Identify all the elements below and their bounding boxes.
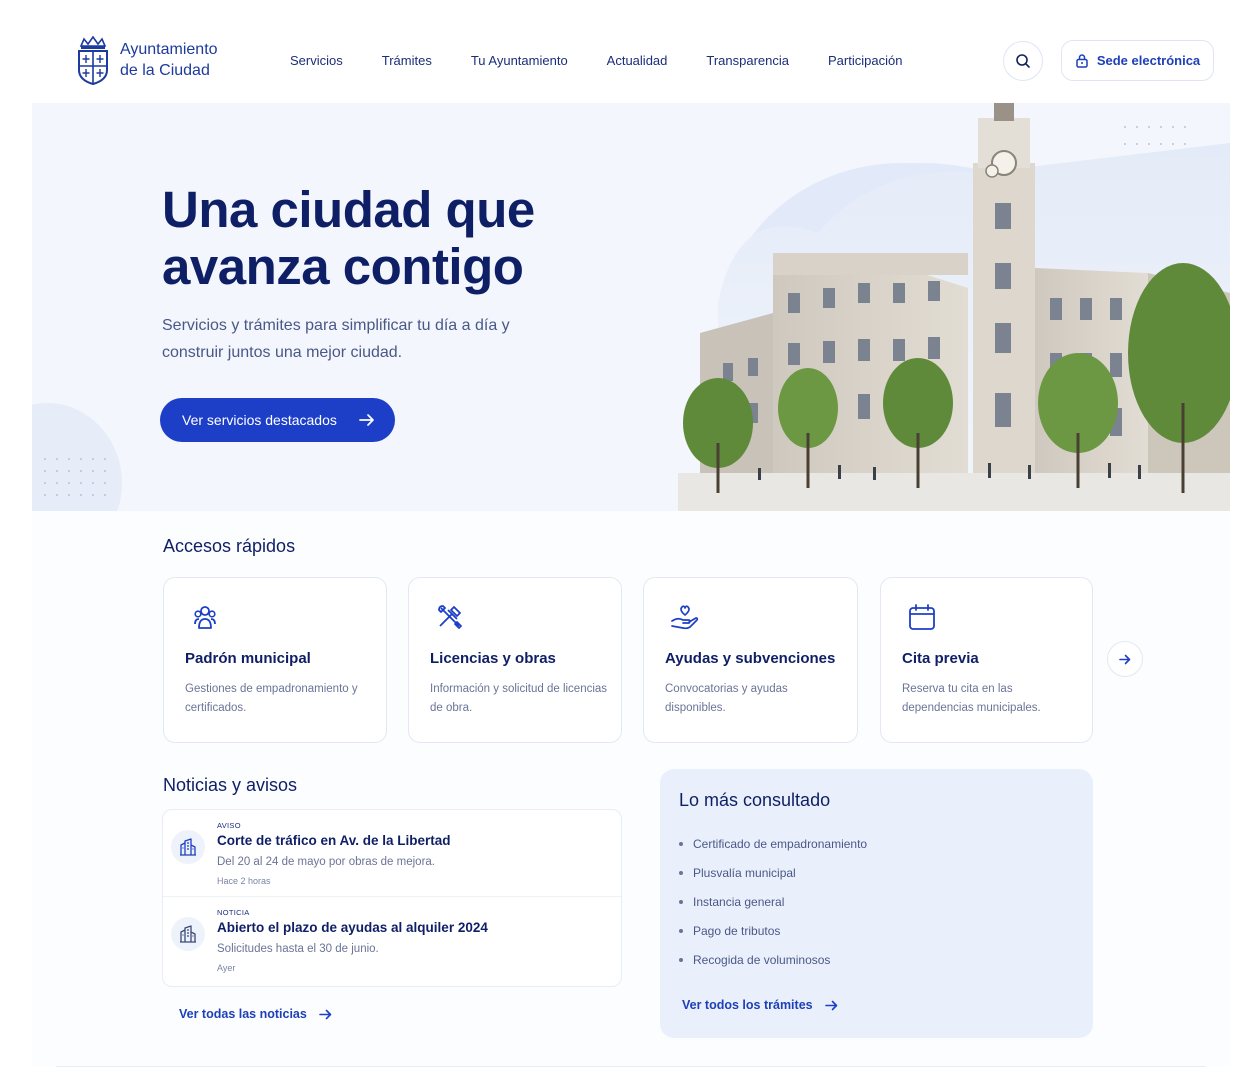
- news-item-title: Abierto el plazo de ayudas al alquiler 2…: [217, 920, 488, 935]
- all-procedures-link[interactable]: Ver todos los trámites: [682, 998, 838, 1012]
- coat-of-arms-icon: [78, 35, 108, 86]
- brand-line-2: de la Ciudad: [120, 62, 210, 79]
- all-news-link[interactable]: Ver todas las noticias: [179, 1007, 332, 1021]
- hero-title: Una ciudad que avanza contigo: [162, 181, 535, 295]
- card-title: Licencias y obras: [430, 650, 556, 667]
- news-item-tag: NOTICIA: [217, 908, 250, 917]
- arrow-right-icon: [824, 1000, 837, 1010]
- lock-icon: [1076, 54, 1088, 68]
- hero-subtitle: Servicios y trámites para simplificar tu…: [162, 317, 510, 361]
- news-item-title: Corte de tráfico en Av. de la Libertad: [217, 833, 451, 848]
- arrow-right-icon: [319, 1009, 332, 1019]
- most-consulted-panel: Lo más consultado Certificado de empadro…: [660, 769, 1093, 1038]
- all-news-label: Ver todas las noticias: [179, 1007, 307, 1021]
- most-consulted-item[interactable]: Plusvalía municipal: [679, 858, 867, 887]
- sede-electronica-button[interactable]: Sede electrónica: [1061, 40, 1214, 81]
- nav-servicios[interactable]: Servicios: [290, 53, 343, 68]
- hero-cta-label: Ver servicios destacados: [182, 412, 337, 428]
- quick-card-padron[interactable]: Padrón municipal Gestiones de empadronam…: [163, 577, 387, 743]
- most-consulted-title: Lo más consultado: [679, 790, 831, 810]
- people-icon: [194, 606, 216, 629]
- building-icon: [180, 925, 196, 943]
- main-nav: Servicios Trámites Tu Ayuntamiento Actua…: [290, 53, 941, 68]
- quick-card-licencias[interactable]: Licencias y obras Información y solicitu…: [408, 577, 622, 743]
- news-item[interactable]: AVISO Corte de tráfico en Av. de la Libe…: [163, 810, 621, 896]
- quick-card-cita-previa[interactable]: Cita previa Reserva tu cita en las depen…: [880, 577, 1093, 743]
- news-list: AVISO Corte de tráfico en Av. de la Libe…: [162, 809, 622, 987]
- nav-transparencia[interactable]: Transparencia: [706, 53, 789, 68]
- nav-tramites[interactable]: Trámites: [382, 53, 432, 68]
- card-description: Gestiones de empadronamiento y certifica…: [185, 683, 358, 714]
- news-item-icon: [171, 830, 205, 864]
- arrow-right-icon: [359, 414, 374, 426]
- nav-participacion[interactable]: Participación: [828, 53, 902, 68]
- news-item-time: Hace 2 horas: [217, 876, 271, 886]
- card-title: Cita previa: [902, 650, 979, 667]
- calendar-icon: [909, 604, 935, 630]
- brand-logo[interactable]: Ayuntamiento de la Ciudad: [76, 34, 218, 86]
- sede-electronica-label: Sede electrónica: [1096, 53, 1201, 68]
- news-item-tag: AVISO: [217, 821, 241, 830]
- hero-decor-dots-left: [44, 458, 106, 496]
- nav-tu-ayuntamiento[interactable]: Tu Ayuntamiento: [471, 53, 568, 68]
- arrow-right-icon: [1119, 654, 1131, 664]
- quick-access-title: Accesos rápidos: [163, 536, 296, 556]
- quick-card-ayudas[interactable]: Ayudas y subvenciones Convocatorias y ay…: [643, 577, 858, 743]
- news-title: Noticias y avisos: [163, 775, 298, 795]
- most-consulted-item[interactable]: Instancia general: [679, 887, 867, 916]
- most-consulted-item[interactable]: Pago de tributos: [679, 916, 867, 945]
- page-frame: Ayuntamiento de la Ciudad Servicios Trám…: [32, 20, 1230, 1066]
- news-item[interactable]: NOTICIA Abierto el plazo de ayudas al al…: [163, 896, 621, 982]
- search-button[interactable]: [1003, 41, 1043, 81]
- most-consulted-item[interactable]: Certificado de empadronamiento: [679, 829, 867, 858]
- hero-section: Una ciudad que avanza contigo Servicios …: [32, 103, 1230, 511]
- news-item-description: Solicitudes hasta el 30 de junio.: [217, 943, 379, 955]
- tools-icon: [438, 605, 462, 629]
- footer-divider: [56, 1066, 1206, 1067]
- hero-cta-button[interactable]: Ver servicios destacados: [160, 398, 395, 442]
- all-procedures-label: Ver todos los trámites: [682, 998, 813, 1012]
- card-description: Reserva tu cita en las dependencias muni…: [902, 683, 1041, 714]
- town-hall-image: [678, 103, 1230, 511]
- nav-actualidad[interactable]: Actualidad: [607, 53, 668, 68]
- news-item-description: Del 20 al 24 de mayo por obras de mejora…: [217, 856, 435, 868]
- brand-line-1: Ayuntamiento: [120, 41, 218, 58]
- carousel-next-button[interactable]: [1107, 641, 1143, 677]
- card-description: Información y solicitud de licencias de …: [430, 683, 608, 714]
- news-item-icon: [171, 917, 205, 951]
- search-icon: [1016, 54, 1030, 68]
- card-title: Padrón municipal: [185, 650, 311, 667]
- building-icon: [180, 838, 196, 856]
- hand-heart-icon: [671, 605, 699, 630]
- news-item-time: Ayer: [217, 963, 236, 973]
- site-header: Ayuntamiento de la Ciudad Servicios Trám…: [32, 20, 1230, 103]
- most-consulted-list: Certificado de empadronamiento Plusvalía…: [679, 829, 867, 974]
- card-title: Ayudas y subvenciones: [665, 650, 836, 667]
- most-consulted-item[interactable]: Recogida de voluminosos: [679, 945, 867, 974]
- card-description: Convocatorias y ayudas disponibles.: [665, 683, 788, 714]
